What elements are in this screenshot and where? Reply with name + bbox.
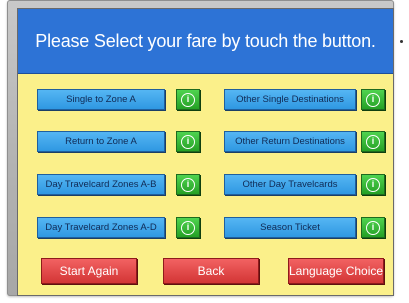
fare-button-label: Day Travelcard Zones A-D <box>45 222 157 233</box>
fare-button-label: Other Return Destinations <box>235 136 345 147</box>
fare-button-single-zone-a[interactable]: Single to Zone A <box>37 89 165 110</box>
info-icon: i <box>366 134 380 149</box>
info-button-other-return[interactable]: i <box>361 131 385 152</box>
info-button-other-single[interactable]: i <box>361 89 385 110</box>
info-icon: i <box>366 92 380 107</box>
info-button-season-ticket[interactable]: i <box>361 217 385 238</box>
info-button-return-zone-a[interactable]: i <box>176 131 200 152</box>
fare-button-label: Single to Zone A <box>66 94 136 105</box>
info-icon: i <box>181 134 195 149</box>
info-icon: i <box>181 92 195 107</box>
language-choice-button[interactable]: Language Choice <box>288 258 384 284</box>
info-button-day-travelcard-a-b[interactable]: i <box>176 174 200 195</box>
info-button-day-travelcard-a-d[interactable]: i <box>176 217 200 238</box>
kiosk-screen: Please Select your fare by touch the but… <box>17 8 394 296</box>
start-again-button[interactable]: Start Again <box>41 258 137 284</box>
info-icon: i <box>181 177 195 192</box>
language-choice-label: Language Choice <box>288 264 384 278</box>
header-bar: Please Select your fare by touch the but… <box>18 9 393 74</box>
fare-button-label: Day Travelcard Zones A-B <box>45 179 157 190</box>
page-title: Please Select your fare by touch the but… <box>35 30 376 51</box>
fare-button-season-ticket[interactable]: Season Ticket <box>224 217 356 238</box>
fare-button-day-travelcard-a-b[interactable]: Day Travelcard Zones A-B <box>37 174 165 195</box>
back-button[interactable]: Back <box>163 258 259 284</box>
fare-button-day-travelcard-a-d[interactable]: Day Travelcard Zones A-D <box>37 217 165 238</box>
fare-button-other-return[interactable]: Other Return Destinations <box>224 131 356 152</box>
bezel-indicator <box>400 40 403 43</box>
back-label: Back <box>197 264 225 278</box>
fare-button-label: Other Day Travelcards <box>242 179 338 190</box>
fare-button-other-day-travelcards[interactable]: Other Day Travelcards <box>224 174 356 195</box>
fare-button-other-single[interactable]: Other Single Destinations <box>224 89 356 110</box>
info-icon: i <box>366 220 380 235</box>
start-again-label: Start Again <box>59 264 119 278</box>
fare-button-label: Return to Zone A <box>65 136 137 147</box>
info-button-other-day-travelcards[interactable]: i <box>361 174 385 195</box>
info-icon: i <box>181 220 195 235</box>
info-icon: i <box>366 177 380 192</box>
fare-button-return-zone-a[interactable]: Return to Zone A <box>37 131 165 152</box>
fare-button-label: Season Ticket <box>260 222 320 233</box>
info-button-single-zone-a[interactable]: i <box>176 89 200 110</box>
fare-button-label: Other Single Destinations <box>236 94 344 105</box>
